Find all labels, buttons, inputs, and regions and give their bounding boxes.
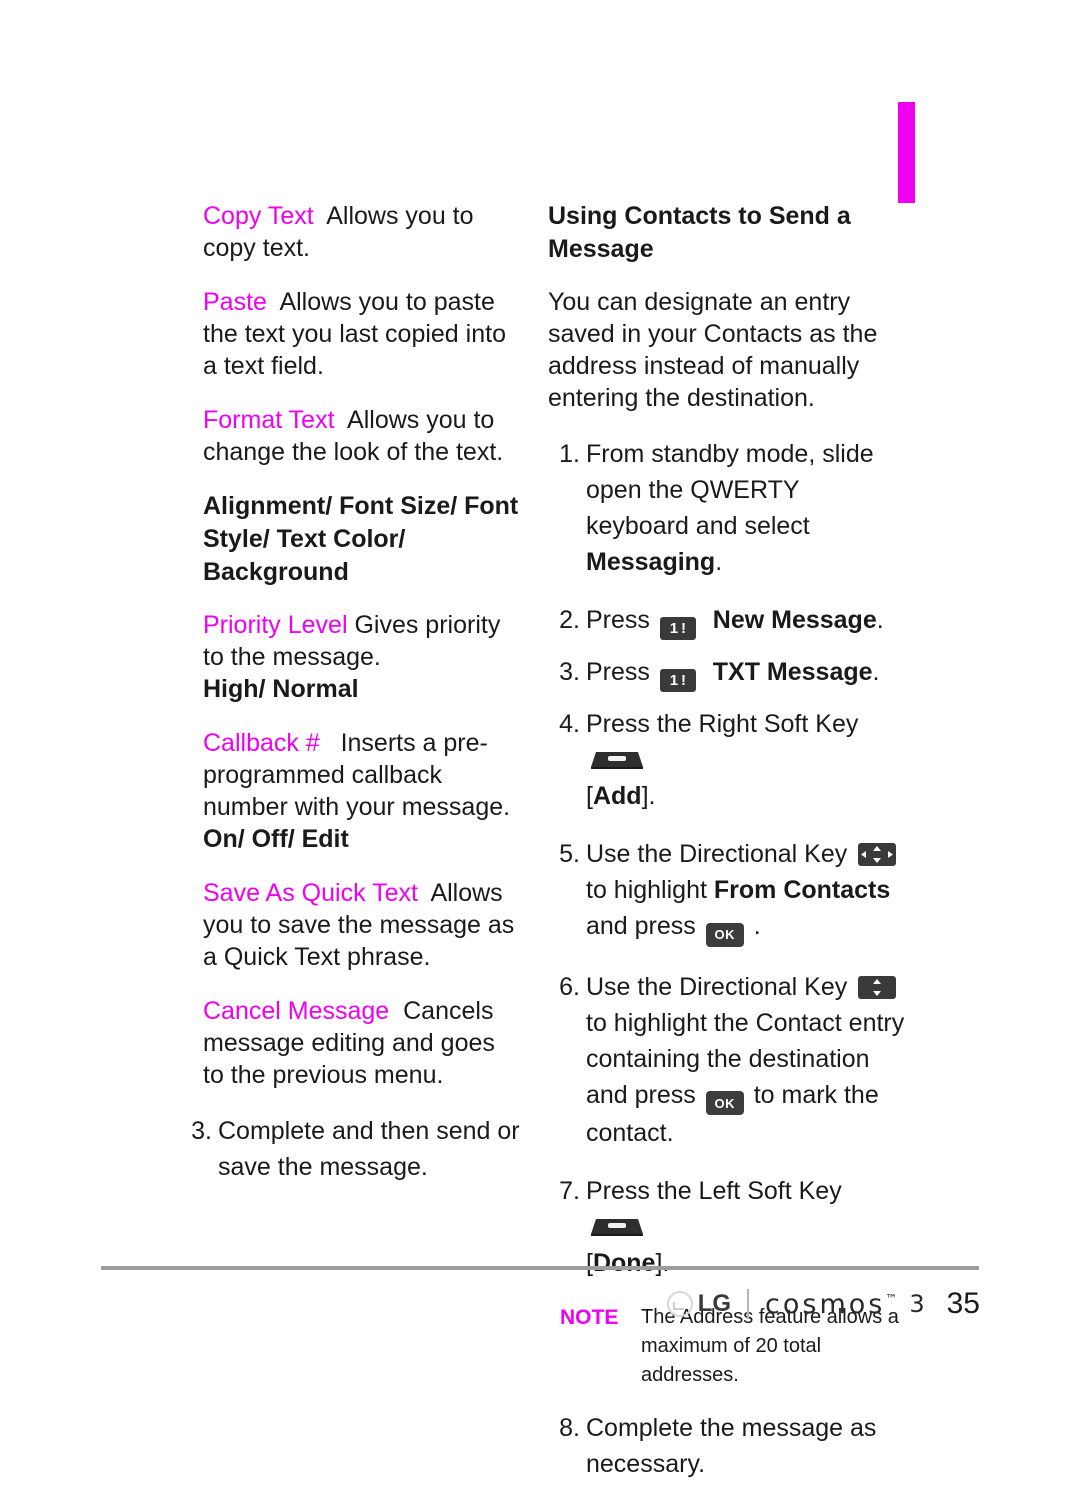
step-number: 4. — [559, 710, 580, 738]
step-text: Press — [586, 606, 657, 634]
step-number: 3. — [191, 1117, 212, 1145]
step-emphasis: New Message — [712, 606, 877, 634]
lg-wordmark: LG — [697, 1290, 732, 1317]
section-intro: You can designate an entry saved in your… — [548, 288, 878, 412]
callback-options: On/ Off/ Edit — [203, 825, 349, 853]
ok-key-label: OK — [714, 1095, 735, 1111]
left-column: Copy Text Allows you to copy text. Paste… — [180, 200, 520, 1207]
step-item-complete-send: 3. Complete and then send or save the mes… — [180, 1113, 520, 1185]
step-item-8: 8. Complete the message as necessary. — [548, 1410, 908, 1482]
numeric-key-icon: 1! — [659, 669, 696, 692]
ok-key-label: OK — [714, 927, 735, 942]
numeric-key-symbol: ! — [681, 620, 687, 637]
step-number: 8. — [559, 1414, 580, 1442]
step-item-2: 2. Press 1! New Message. — [548, 602, 908, 640]
directional-key-4way-icon — [858, 843, 897, 866]
numeric-key-digit: 1 — [669, 672, 679, 689]
menu-entry-term: Copy Text — [203, 202, 314, 230]
menu-entry-save-as-quick-text: Save As Quick Text Allows you to save th… — [180, 877, 520, 973]
ok-key-icon: OK — [705, 1091, 744, 1115]
menu-entry-paste: Paste Allows you to paste the text you l… — [180, 286, 520, 382]
step-text-tail: ]. — [641, 782, 656, 810]
lg-logo: LG — [666, 1290, 732, 1318]
menu-entry-term: Save As Quick Text — [203, 879, 418, 907]
step-emphasis: Messaging — [586, 548, 716, 576]
step-text: Use the Directional Key — [586, 972, 855, 1001]
menu-entry-term: Callback # — [203, 729, 320, 757]
numeric-key-symbol: ! — [681, 672, 687, 689]
step-text: Press the Left Soft Key — [586, 1177, 842, 1205]
footer-rule — [101, 1266, 979, 1270]
step-item-5: 5. Use the Directional Key to highlight F… — [548, 836, 908, 947]
step-number: 5. — [559, 840, 580, 868]
step-item-1: 1. From standby mode, slide open the QWER… — [548, 436, 908, 580]
menu-entry-callback: Callback # Inserts a pre-programmed call… — [180, 727, 520, 823]
product-model: 3 — [909, 1290, 925, 1318]
chapter-tab-marker — [898, 102, 915, 203]
step-item-6: 6. Use the Directional Key to highlight t… — [548, 969, 908, 1152]
step-spacer — [699, 606, 713, 634]
step-text-tail: . — [876, 606, 884, 634]
trademark-symbol: ™ — [885, 1291, 898, 1306]
menu-entry-term: Paste — [203, 288, 267, 316]
page-footer: LG cosmos™ 3 35 — [600, 1282, 980, 1326]
step-text-tail: ]. — [655, 1249, 670, 1277]
menu-entry-priority-level: Priority Level Gives priority to the mes… — [180, 609, 520, 673]
ok-key-icon: OK — [705, 922, 744, 947]
menu-entry-term: Format Text — [203, 406, 335, 434]
lg-face-icon — [666, 1291, 693, 1317]
directional-key-updown-icon — [858, 975, 897, 999]
step-text: Use the Directional Key — [586, 840, 855, 868]
soft-key-icon — [591, 752, 643, 769]
step-number: 3. — [559, 658, 580, 686]
priority-level-options: High/ Normal — [203, 675, 359, 703]
step-bracket-open: [ — [586, 1249, 593, 1277]
step-number: 6. — [559, 972, 580, 1001]
manual-page: Copy Text Allows you to copy text. Paste… — [0, 0, 1080, 1478]
menu-entry-cancel-message: Cancel Message Cancels message editing a… — [180, 995, 520, 1091]
menu-entry-copy-text: Copy Text Allows you to copy text. — [180, 200, 520, 264]
menu-entry-term: Priority Level — [203, 611, 348, 639]
step-emphasis: From Contacts — [713, 876, 891, 904]
step-text-mid: to highlight — [586, 876, 714, 904]
step-text: Complete and then send or save the messa… — [218, 1117, 520, 1181]
step-text: Press the Right Soft Key — [586, 710, 859, 738]
product-wordmark: cosmos™ — [765, 1289, 897, 1320]
section-heading: Using Contacts to Send a Message — [548, 202, 851, 263]
numeric-key-digit: 1 — [669, 620, 679, 637]
step-bracket-open: [ — [586, 782, 593, 810]
menu-entry-term: Cancel Message — [203, 997, 390, 1025]
step-item-7: 7. Press the Left Soft Key [Done]. — [548, 1173, 908, 1281]
step-text-tail: . — [746, 912, 761, 940]
step-emphasis: Add — [592, 782, 642, 810]
step-number: 2. — [559, 606, 580, 634]
step-text-tail: . — [872, 658, 880, 686]
step-text: Complete the message as necessary. — [586, 1414, 877, 1478]
step-emphasis: TXT Message — [712, 658, 873, 686]
step-text-tail: . — [715, 548, 723, 576]
step-spacer — [699, 658, 713, 686]
page-number: 35 — [946, 1287, 980, 1320]
format-text-options-subhead: Alignment/ Font Size/ Font Style/ Text C… — [203, 492, 519, 586]
numeric-key-icon: 1! — [659, 617, 696, 640]
step-item-4: 4. Press the Right Soft Key [Add]. — [548, 706, 908, 814]
step-item-3: 3. Press 1! TXT Message. — [548, 654, 908, 692]
step-text: From standby mode, slide open the QWERTY… — [586, 440, 874, 540]
step-text-mid2: and press — [586, 912, 703, 940]
step-number: 7. — [559, 1177, 580, 1205]
soft-key-icon — [591, 1219, 643, 1236]
footer-divider — [747, 1289, 750, 1319]
product-name: cosmos — [765, 1288, 886, 1320]
step-number: 1. — [559, 440, 580, 468]
step-emphasis: Done — [592, 1249, 656, 1277]
step-text: Press — [586, 658, 657, 686]
menu-entry-format-text: Format Text Allows you to change the loo… — [180, 404, 520, 468]
